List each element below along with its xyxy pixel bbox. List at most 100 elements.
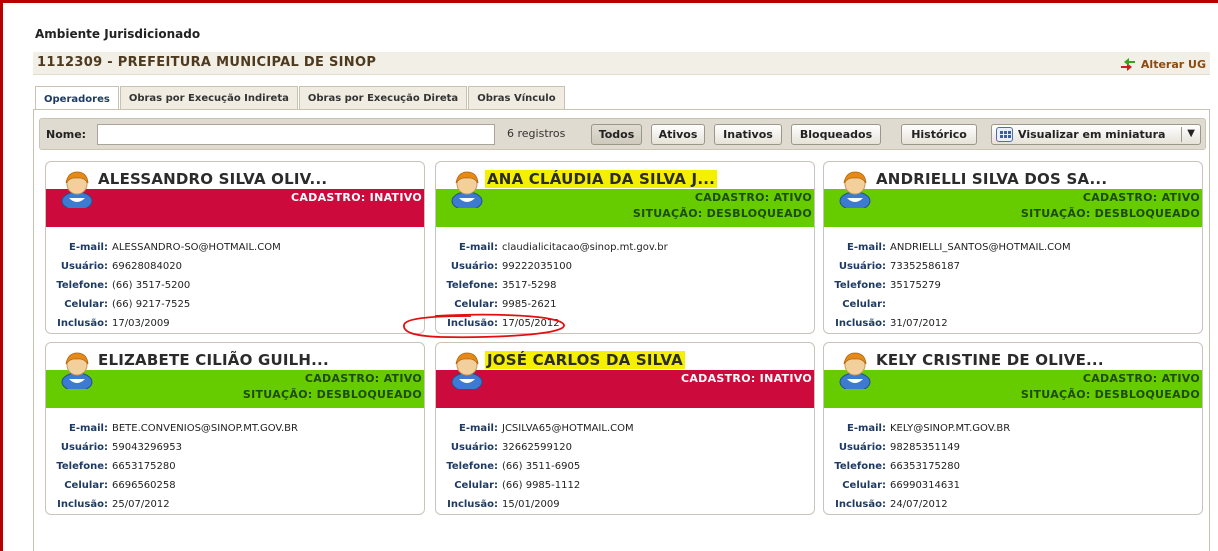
user-avatar-icon [450,168,484,211]
detail-value-inclusao: 24/07/2012 [890,499,948,510]
operator-name[interactable]: ANDRIELLI SILVA DOS SA... [876,170,1107,188]
detail-row-telefone: Telefone: (66) 3511-6905 [436,457,814,476]
user-avatar-icon [60,168,94,211]
detail-value-inclusao: 17/05/2012 [502,318,560,329]
detail-label-telefone: Telefone: [56,461,108,472]
user-avatar-icon [60,349,94,392]
detail-value-usuario: 98285351149 [890,442,960,453]
detail-label-usuario: Usuário: [450,261,498,272]
tab-bar: Operadores Obras por Execução Indireta O… [35,86,566,111]
detail-label-telefone: Telefone: [834,280,886,291]
cadastro-status: CADASTRO: INATIVO [680,372,812,385]
user-avatar-icon [450,349,484,392]
operator-details: E-mail: JCSILVA65@HOTMAIL.COM Usuário: 3266… [436,419,814,514]
tab-obras-execucao-direta[interactable]: Obras por Execução Direta [298,86,468,110]
filter-bloqueados-button[interactable]: Bloqueados [791,124,881,145]
status-banner: CADASTRO: INATIVO [46,189,424,227]
operator-card[interactable]: CADASTRO: ATIVO SITUAÇÃO: DESBLOQUEADO ELI… [45,342,425,515]
detail-label-celular: Celular: [454,480,498,491]
history-button[interactable]: Histórico [901,124,977,145]
filter-ativos-button[interactable]: Ativos [651,124,705,145]
operator-card[interactable]: CADASTRO: ATIVO SITUAÇÃO: DESBLOQUEADO AND… [823,161,1203,334]
detail-label-usuario: Usuário: [60,261,108,272]
operator-name[interactable]: ELIZABETE CILIÃO GUILH... [98,351,329,369]
situacao-status: SITUAÇÃO: DESBLOQUEADO [1020,207,1200,220]
tab-operadores[interactable]: Operadores [35,86,119,111]
detail-row-email: E-mail: claudialicitacao@sinop.mt.gov.br [436,238,814,257]
cadastro-status: CADASTRO: ATIVO [304,372,422,385]
detail-value-email: ANDRIELLI_SANTOS@HOTMAIL.COM [890,242,1071,253]
detail-row-inclusao: Inclusão: 24/07/2012 [824,495,1202,514]
detail-row-inclusao: Inclusão: 15/01/2009 [436,495,814,514]
detail-label-email: E-mail: [846,423,886,434]
filter-inativos-button[interactable]: Inativos [714,124,782,145]
status-banner: CADASTRO: ATIVO SITUAÇÃO: DESBLOQUEADO [46,370,424,408]
detail-row-celular: Celular: (66) 9217-7525 [46,295,424,314]
detail-value-usuario: 59043296953 [112,442,182,453]
detail-row-email: E-mail: ALESSANDRO-SO@HOTMAIL.COM [46,238,424,257]
detail-row-inclusao: Inclusão: 17/05/2012 [436,314,814,333]
detail-row-telefone: Telefone: 6653175280 [46,457,424,476]
cadastro-status: CADASTRO: ATIVO [1082,372,1200,385]
operator-card[interactable]: CADASTRO: INATIVO JOSÉ CARLOS DA SILVA E-m… [435,342,815,515]
detail-row-inclusao: Inclusão: 31/07/2012 [824,314,1202,333]
operator-details: E-mail: claudialicitacao@sinop.mt.gov.br U… [436,238,814,333]
detail-row-telefone: Telefone: 35175279 [824,276,1202,295]
detail-label-email: E-mail: [68,242,108,253]
detail-label-usuario: Usuário: [60,442,108,453]
operator-name[interactable]: JOSÉ CARLOS DA SILVA [485,351,685,369]
detail-label-celular: Celular: [64,480,108,491]
view-thumbnail-button[interactable]: Visualizar em miniatura ▼ [991,124,1201,145]
operator-name[interactable]: ALESSANDRO SILVA OLIV... [98,170,327,188]
operator-card[interactable]: CADASTRO: INATIVO ALESSANDRO SILVA OLIV..… [45,161,425,334]
detail-label-celular: Celular: [64,299,108,310]
situacao-status: SITUAÇÃO: DESBLOQUEADO [242,388,422,401]
detail-value-celular: (66) 9217-7525 [112,299,191,310]
detail-row-celular: Celular: 66990314631 [824,476,1202,495]
detail-value-telefone: 6653175280 [112,461,176,472]
detail-value-inclusao: 17/03/2009 [112,318,170,329]
tab-obras-execucao-indireta[interactable]: Obras por Execução Indireta [119,86,298,110]
detail-label-email: E-mail: [68,423,108,434]
name-search-input[interactable] [97,124,495,145]
filter-todos-button[interactable]: Todos [591,124,642,145]
detail-row-email: E-mail: KELY@SINOP.MT.GOV.BR [824,419,1202,438]
detail-label-telefone: Telefone: [446,461,498,472]
view-thumbnail-label: Visualizar em miniatura [1018,128,1166,141]
detail-value-inclusao: 25/07/2012 [112,499,170,510]
detail-value-inclusao: 15/01/2009 [502,499,560,510]
user-avatar-icon [838,349,872,392]
detail-label-telefone: Telefone: [56,280,108,291]
detail-row-usuario: Usuário: 59043296953 [46,438,424,457]
detail-value-telefone: 66353175280 [890,461,960,472]
detail-label-inclusao: Inclusão: [835,499,886,510]
detail-label-celular: Celular: [454,299,498,310]
detail-row-inclusao: Inclusão: 17/03/2009 [46,314,424,333]
operator-name[interactable]: ANA CLÁUDIA DA SILVA J... [485,170,718,188]
detail-row-email: E-mail: ANDRIELLI_SANTOS@HOTMAIL.COM [824,238,1202,257]
cadastro-status: CADASTRO: ATIVO [694,191,812,204]
detail-label-telefone: Telefone: [834,461,886,472]
operator-name[interactable]: KELY CRISTINE DE OLIVE... [876,351,1104,369]
operator-card[interactable]: CADASTRO: ATIVO SITUAÇÃO: DESBLOQUEADO ANA… [435,161,815,334]
detail-value-email: JCSILVA65@HOTMAIL.COM [502,423,634,434]
detail-label-telefone: Telefone: [446,280,498,291]
detail-value-usuario: 69628084020 [112,261,182,272]
operator-card[interactable]: CADASTRO: ATIVO SITUAÇÃO: DESBLOQUEADO KEL… [823,342,1203,515]
detail-row-usuario: Usuário: 99222035100 [436,257,814,276]
environment-title: Ambiente Jurisdicionado [35,27,201,41]
name-label: Nome: [46,128,87,141]
change-ug-link[interactable]: Alterar UG [1119,57,1206,71]
detail-row-email: E-mail: JCSILVA65@HOTMAIL.COM [436,419,814,438]
swap-icon [1120,58,1135,71]
detail-label-inclusao: Inclusão: [57,499,108,510]
detail-value-email: ALESSANDRO-SO@HOTMAIL.COM [112,242,281,253]
detail-row-inclusao: Inclusão: 25/07/2012 [46,495,424,514]
detail-label-usuario: Usuário: [450,442,498,453]
tab-obras-vinculo[interactable]: Obras Vínculo [468,86,565,110]
detail-row-usuario: Usuário: 69628084020 [46,257,424,276]
chevron-down-icon[interactable]: ▼ [1187,128,1195,139]
detail-row-usuario: Usuário: 98285351149 [824,438,1202,457]
detail-row-telefone: Telefone: (66) 3517-5200 [46,276,424,295]
change-ug-label: Alterar UG [1140,57,1206,71]
